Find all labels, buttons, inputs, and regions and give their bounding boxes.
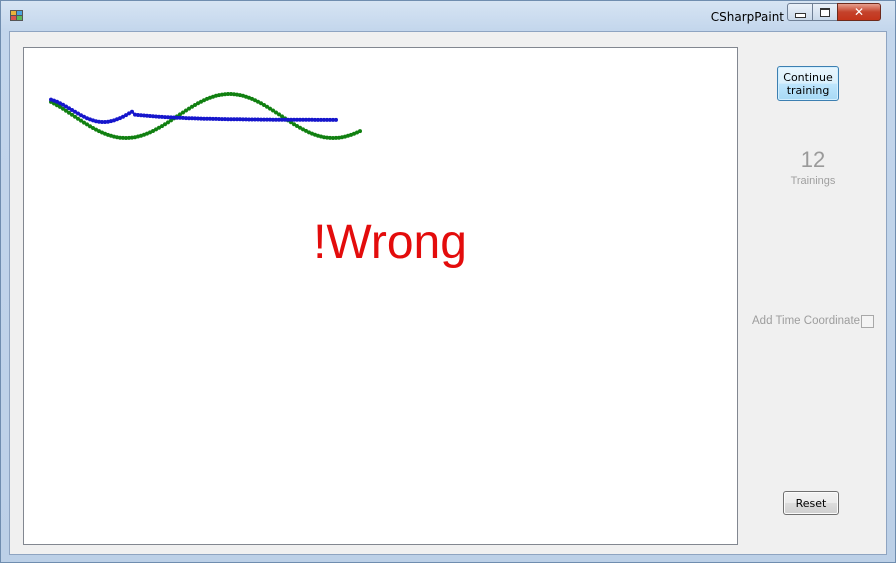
app-window: CSharpPaint ✕ !Wrong Continue training 1… xyxy=(0,0,896,563)
user-stroke xyxy=(49,97,338,124)
trainings-label: Trainings xyxy=(790,175,836,187)
app-icon[interactable] xyxy=(10,10,24,22)
drawing-canvas[interactable] xyxy=(23,47,738,545)
continue-training-button[interactable]: Continue training xyxy=(777,66,839,101)
training-count: 12 xyxy=(800,147,826,172)
minimize-icon xyxy=(794,12,806,18)
user-stroke-point xyxy=(334,117,338,122)
user-stroke-point xyxy=(130,109,134,114)
add-time-coordinate-checkbox[interactable] xyxy=(861,315,874,328)
minimize-button[interactable] xyxy=(787,3,813,21)
client-area: !Wrong Continue training 12 Trainings Ad… xyxy=(9,31,887,555)
window-title: CSharpPaint xyxy=(710,10,784,24)
close-icon: ✕ xyxy=(853,5,865,19)
reset-button[interactable]: Reset xyxy=(783,491,839,515)
maximize-button[interactable] xyxy=(812,3,838,21)
title-bar[interactable]: CSharpPaint ✕ xyxy=(1,1,895,31)
close-button[interactable]: ✕ xyxy=(837,3,881,21)
add-time-coordinate-label: Add Time Coordinate xyxy=(752,315,861,327)
strokes-layer xyxy=(49,92,362,140)
result-label: !Wrong xyxy=(313,216,467,269)
reference-stroke xyxy=(49,92,362,140)
maximize-icon xyxy=(820,7,830,17)
reference-stroke-point xyxy=(358,129,362,134)
